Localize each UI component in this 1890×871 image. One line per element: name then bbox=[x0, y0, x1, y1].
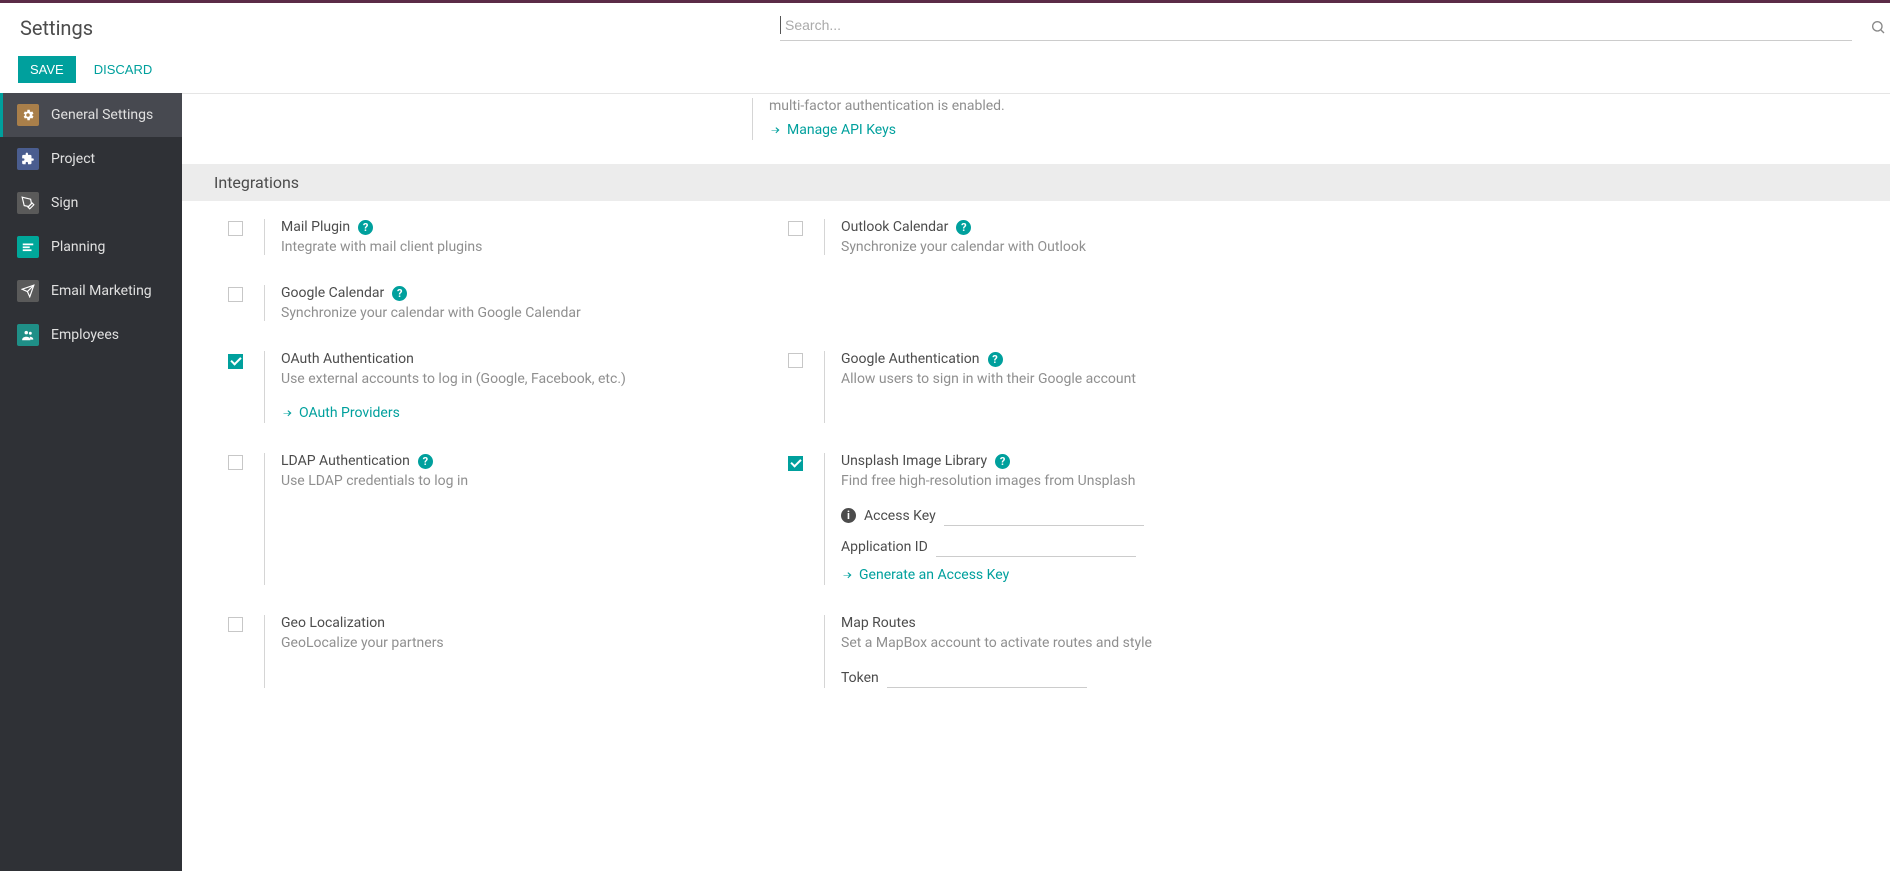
search-input[interactable] bbox=[783, 16, 1852, 34]
mail-plugin-checkbox[interactable] bbox=[228, 221, 243, 236]
sidebar-item-email-marketing[interactable]: Email Marketing bbox=[0, 269, 182, 313]
section-header-integrations: Integrations bbox=[182, 164, 1890, 201]
access-key-label: Access Key bbox=[864, 508, 936, 524]
sign-icon bbox=[17, 192, 39, 214]
sidebar-item-project[interactable]: Project bbox=[0, 137, 182, 181]
save-button[interactable]: SAVE bbox=[18, 56, 76, 83]
setting-geo-localization: Geo Localization GeoLocalize your partne… bbox=[182, 615, 742, 688]
content: multi-factor authentication is enabled. … bbox=[182, 93, 1890, 871]
help-icon[interactable]: ? bbox=[956, 220, 971, 235]
setting-title: Google Authentication bbox=[841, 351, 980, 367]
search-icon[interactable] bbox=[1864, 13, 1890, 35]
sidebar-item-label: Project bbox=[51, 151, 95, 167]
token-row: Token bbox=[841, 667, 1302, 688]
help-icon[interactable]: ? bbox=[995, 454, 1010, 469]
app-id-input[interactable] bbox=[936, 536, 1136, 557]
link-label: OAuth Providers bbox=[299, 405, 400, 421]
setting-desc: Use external accounts to log in (Google,… bbox=[281, 371, 742, 387]
outlook-calendar-checkbox[interactable] bbox=[788, 221, 803, 236]
help-icon[interactable]: ? bbox=[418, 454, 433, 469]
setting-ldap-authentication: LDAP Authentication ? Use LDAP credentia… bbox=[182, 453, 742, 585]
setting-desc: Allow users to sign in with their Google… bbox=[841, 371, 1302, 387]
oauth-providers-link[interactable]: OAuth Providers bbox=[281, 405, 400, 421]
token-input[interactable] bbox=[887, 667, 1087, 688]
setting-desc: Use LDAP credentials to log in bbox=[281, 473, 742, 489]
discard-button[interactable]: DISCARD bbox=[90, 56, 157, 83]
ldap-checkbox[interactable] bbox=[228, 455, 243, 470]
setting-desc: Synchronize your calendar with Outlook bbox=[841, 239, 1302, 255]
setting-title: OAuth Authentication bbox=[281, 351, 414, 367]
users-icon bbox=[17, 324, 39, 346]
sidebar-item-label: Planning bbox=[51, 239, 105, 255]
access-key-row: i Access Key bbox=[841, 505, 1302, 526]
setting-oauth-authentication: OAuth Authentication Use external accoun… bbox=[182, 351, 742, 423]
search-wrap[interactable] bbox=[780, 13, 1852, 41]
action-row: SAVE DISCARD bbox=[0, 50, 1890, 93]
link-label: Generate an Access Key bbox=[859, 567, 1009, 583]
help-icon[interactable]: ? bbox=[988, 352, 1003, 367]
setting-title: Geo Localization bbox=[281, 615, 385, 631]
setting-desc: Set a MapBox account to activate routes … bbox=[841, 635, 1302, 651]
setting-title: Google Calendar bbox=[281, 285, 384, 301]
setting-mail-plugin: Mail Plugin ? Integrate with mail client… bbox=[182, 219, 742, 255]
help-icon[interactable]: ? bbox=[392, 286, 407, 301]
setting-desc: Find free high-resolution images from Un… bbox=[841, 473, 1302, 489]
setting-google-authentication: Google Authentication ? Allow users to s… bbox=[742, 351, 1302, 423]
app-id-row: Application ID bbox=[841, 536, 1302, 557]
sidebar-item-label: General Settings bbox=[51, 107, 153, 123]
search-caret bbox=[780, 16, 781, 34]
sidebar-item-label: Sign bbox=[51, 195, 78, 211]
app-id-label: Application ID bbox=[841, 539, 928, 555]
manage-api-keys-link[interactable]: Manage API Keys bbox=[769, 122, 896, 138]
page-title: Settings bbox=[0, 13, 780, 50]
arrow-right-icon bbox=[281, 407, 293, 419]
setting-desc: Synchronize your calendar with Google Ca… bbox=[281, 305, 742, 321]
help-icon[interactable]: ? bbox=[358, 220, 373, 235]
sidebar-item-label: Email Marketing bbox=[51, 283, 152, 299]
mfa-fragment-row: multi-factor authentication is enabled. … bbox=[182, 94, 1890, 164]
setting-map-routes: Map Routes Set a MapBox account to activ… bbox=[742, 615, 1302, 688]
token-label: Token bbox=[841, 670, 879, 686]
google-auth-checkbox[interactable] bbox=[788, 353, 803, 368]
planning-icon bbox=[17, 236, 39, 258]
setting-title: Outlook Calendar bbox=[841, 219, 948, 235]
gear-icon bbox=[17, 104, 39, 126]
settings-grid: Mail Plugin ? Integrate with mail client… bbox=[182, 201, 1890, 718]
info-icon[interactable]: i bbox=[841, 508, 856, 523]
google-calendar-checkbox[interactable] bbox=[228, 287, 243, 302]
geo-checkbox[interactable] bbox=[228, 617, 243, 632]
paper-plane-icon bbox=[17, 280, 39, 302]
arrow-right-icon bbox=[769, 124, 781, 136]
sidebar: General Settings Project Sign Planning E… bbox=[0, 93, 182, 871]
generate-access-key-link[interactable]: Generate an Access Key bbox=[841, 567, 1009, 583]
setting-title: LDAP Authentication bbox=[281, 453, 410, 469]
sidebar-item-sign[interactable]: Sign bbox=[0, 181, 182, 225]
sidebar-item-employees[interactable]: Employees bbox=[0, 313, 182, 357]
link-label: Manage API Keys bbox=[787, 122, 896, 138]
mfa-description: multi-factor authentication is enabled. bbox=[769, 98, 1890, 114]
unsplash-checkbox[interactable] bbox=[788, 456, 803, 471]
sidebar-item-general-settings[interactable]: General Settings bbox=[0, 93, 182, 137]
setting-desc: GeoLocalize your partners bbox=[281, 635, 742, 651]
setting-title: Map Routes bbox=[841, 615, 916, 631]
puzzle-icon bbox=[17, 148, 39, 170]
header-row: Settings bbox=[0, 3, 1890, 50]
body-row: General Settings Project Sign Planning E… bbox=[0, 93, 1890, 871]
oauth-checkbox[interactable] bbox=[228, 354, 243, 369]
sidebar-item-label: Employees bbox=[51, 327, 119, 343]
access-key-input[interactable] bbox=[944, 505, 1144, 526]
arrow-right-icon bbox=[841, 569, 853, 581]
setting-title: Mail Plugin bbox=[281, 219, 350, 235]
setting-google-calendar: Google Calendar ? Synchronize your calen… bbox=[182, 285, 742, 321]
setting-outlook-calendar: Outlook Calendar ? Synchronize your cale… bbox=[742, 219, 1302, 255]
sidebar-item-planning[interactable]: Planning bbox=[0, 225, 182, 269]
setting-title: Unsplash Image Library bbox=[841, 453, 987, 469]
setting-desc: Integrate with mail client plugins bbox=[281, 239, 742, 255]
setting-unsplash: Unsplash Image Library ? Find free high-… bbox=[742, 453, 1302, 585]
